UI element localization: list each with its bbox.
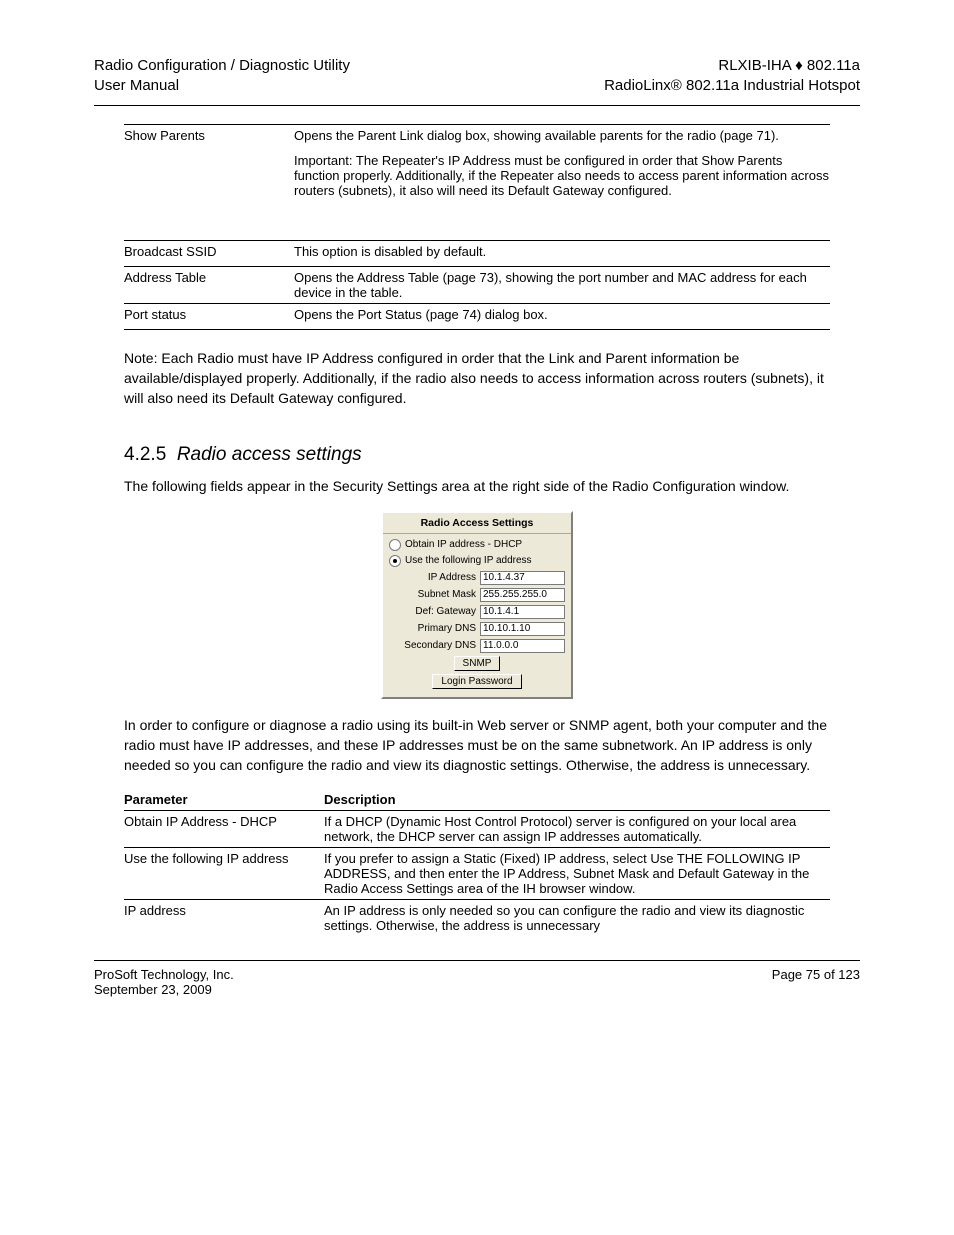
section-title: Radio access settings [177, 444, 362, 465]
secondary-dns-label: Secondary DNS [389, 640, 476, 651]
dialog-title: Radio Access Settings [383, 513, 571, 534]
param-name: Obtain IP Address - DHCP [124, 814, 324, 829]
table-row: Address Table Opens the Address Table (p… [124, 266, 830, 303]
header-right-product: RLXIB-IHA ♦ 802.11a [604, 56, 860, 76]
footer-page-number: Page 75 of 123 [772, 967, 860, 982]
header-right-desc: RadioLinx® 802.11a Industrial Hotspot [604, 76, 860, 96]
param-desc: An IP address is only needed so you can … [324, 903, 830, 933]
login-password-button[interactable]: Login Password [432, 674, 521, 689]
header-left-sub: User Manual [94, 76, 350, 96]
gateway-label: Def: Gateway [389, 606, 476, 617]
table-row: Obtain IP Address - DHCP If a DHCP (Dyna… [124, 810, 830, 847]
param-name: Use the following IP address [124, 851, 324, 866]
intro-paragraph: The following fields appear in the Secur… [124, 476, 830, 496]
primary-dns-input[interactable] [480, 622, 565, 636]
ip-address-label: IP Address [389, 572, 476, 583]
footer-rule [94, 960, 860, 961]
param-desc: If a DHCP (Dynamic Host Control Protocol… [324, 814, 830, 844]
radio-option-static[interactable]: Use the following IP address [389, 555, 565, 567]
radio-access-settings-panel: Radio Access Settings Obtain IP address … [381, 511, 573, 699]
subnet-mask-input[interactable] [480, 588, 565, 602]
footer-company: ProSoft Technology, Inc. [94, 967, 234, 982]
radio-option-dhcp[interactable]: Obtain IP address - DHCP [389, 539, 565, 551]
param-name: Show Parents [124, 128, 294, 143]
table-row: IP address An IP address is only needed … [124, 899, 830, 936]
param-desc: Opens the Parent Link dialog box, showin… [294, 128, 830, 143]
header-left-title: Radio Configuration / Diagnostic Utility [94, 56, 350, 76]
radio-label: Obtain IP address - DHCP [405, 539, 522, 550]
section-number: 4.2.5 [124, 444, 166, 465]
footer-date: September 23, 2009 [94, 982, 234, 997]
param-desc: Opens the Address Table (page 73), showi… [294, 270, 830, 300]
primary-dns-label: Primary DNS [389, 623, 476, 634]
ip-address-input[interactable] [480, 571, 565, 585]
param-name: Address Table [124, 270, 294, 285]
param-desc: This option is disabled by default. [294, 244, 830, 259]
param-desc: Important: The Repeater's IP Address mus… [294, 153, 830, 198]
header-rule [94, 105, 860, 106]
table-row: Important: The Repeater's IP Address mus… [124, 150, 830, 240]
table-row: Use the following IP address If you pref… [124, 847, 830, 899]
radio-label: Use the following IP address [405, 555, 532, 566]
table-row: Broadcast SSID This option is disabled b… [124, 240, 830, 266]
note-text: Note: Each Radio must have IP Address co… [124, 350, 824, 407]
column-header-description: Description [324, 792, 830, 807]
secondary-dns-input[interactable] [480, 639, 565, 653]
param-name: Broadcast SSID [124, 244, 294, 259]
subnet-mask-label: Subnet Mask [389, 589, 476, 600]
radio-icon [389, 539, 401, 551]
radio-icon [389, 555, 401, 567]
param-name: Port status [124, 307, 294, 322]
param-desc: Opens the Port Status (page 74) dialog b… [294, 307, 830, 322]
column-header-parameter: Parameter [124, 792, 324, 807]
body-paragraph-2: In order to configure or diagnose a radi… [124, 715, 830, 776]
section-heading: 4.2.5 Radio access settings [124, 444, 830, 466]
param-desc: If you prefer to assign a Static (Fixed)… [324, 851, 830, 896]
snmp-button[interactable]: SNMP [454, 656, 501, 671]
table-row: Show Parents Opens the Parent Link dialo… [124, 124, 830, 150]
table-row: Port status Opens the Port Status (page … [124, 303, 830, 329]
gateway-input[interactable] [480, 605, 565, 619]
param-name: IP address [124, 903, 324, 918]
